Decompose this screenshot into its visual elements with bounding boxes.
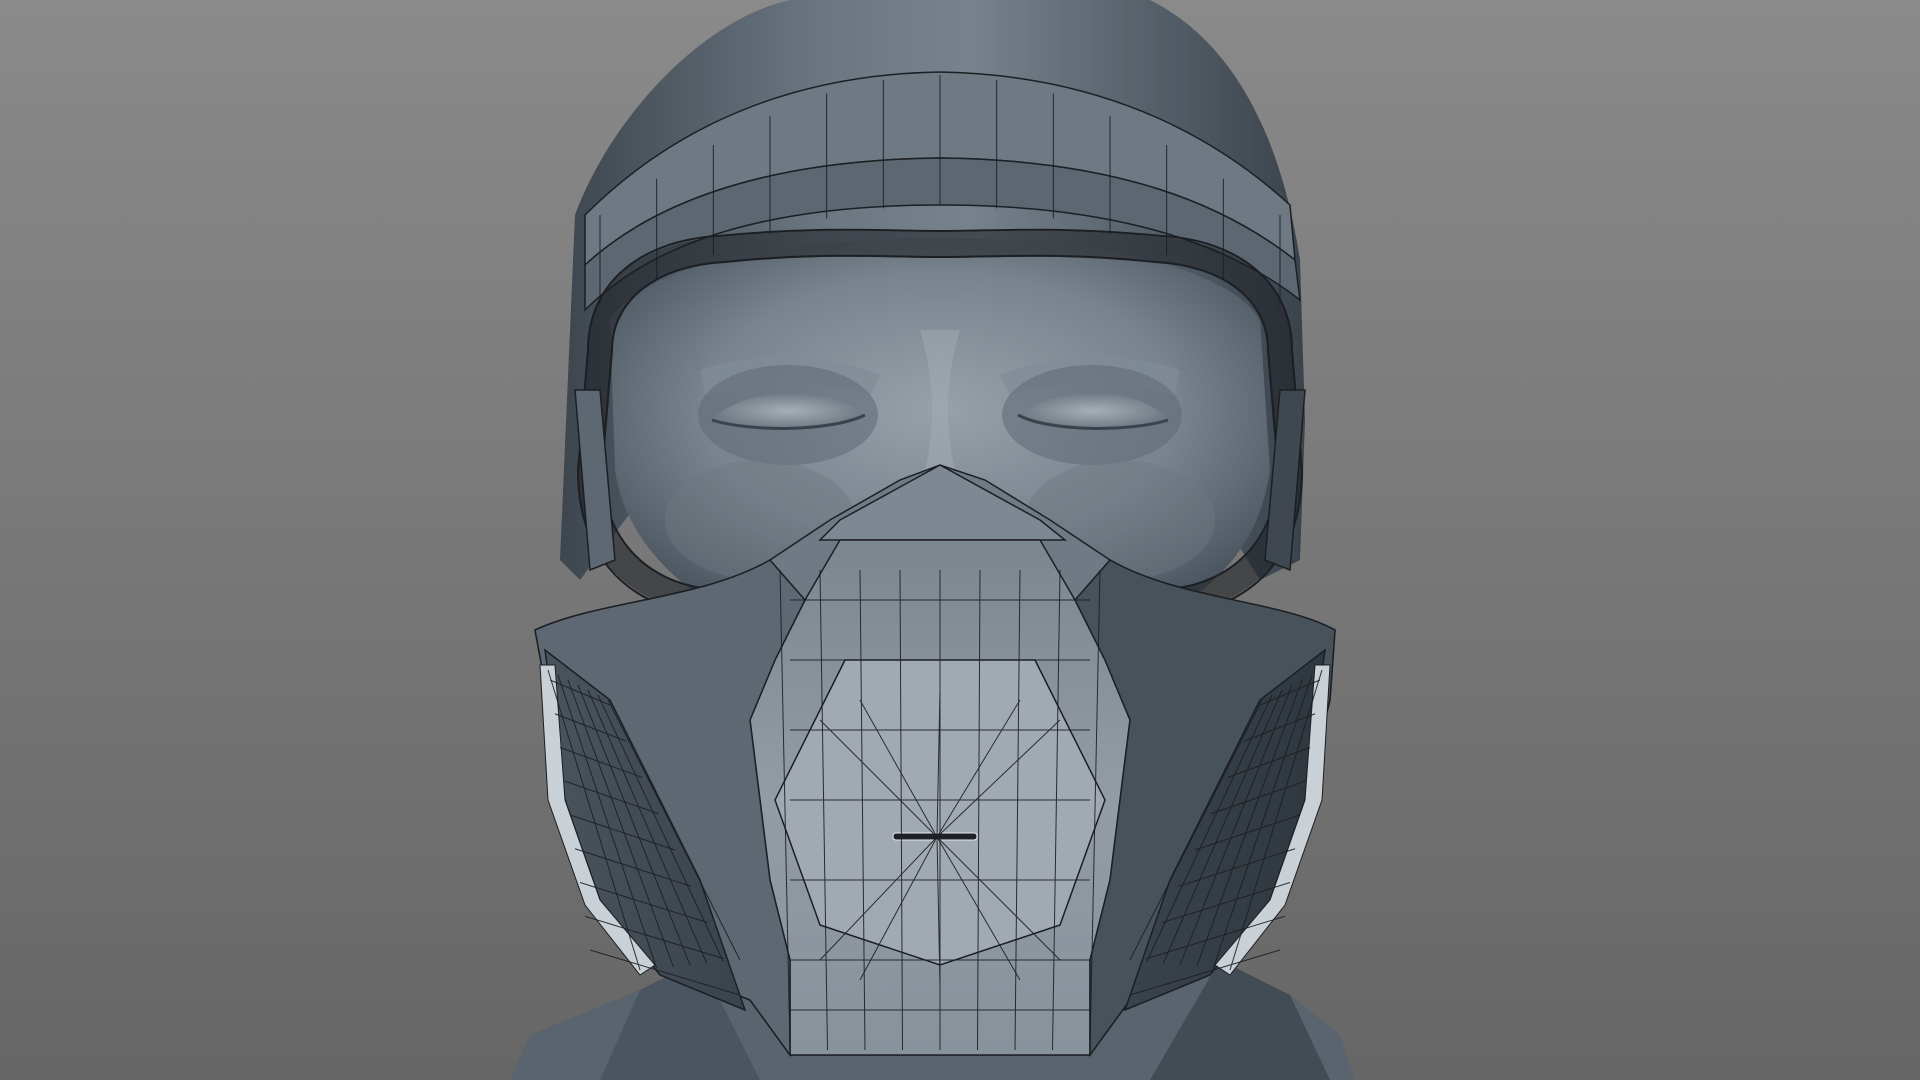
viewport-canvas[interactable] bbox=[0, 0, 1920, 1080]
3d-viewport[interactable] bbox=[0, 0, 1920, 1080]
